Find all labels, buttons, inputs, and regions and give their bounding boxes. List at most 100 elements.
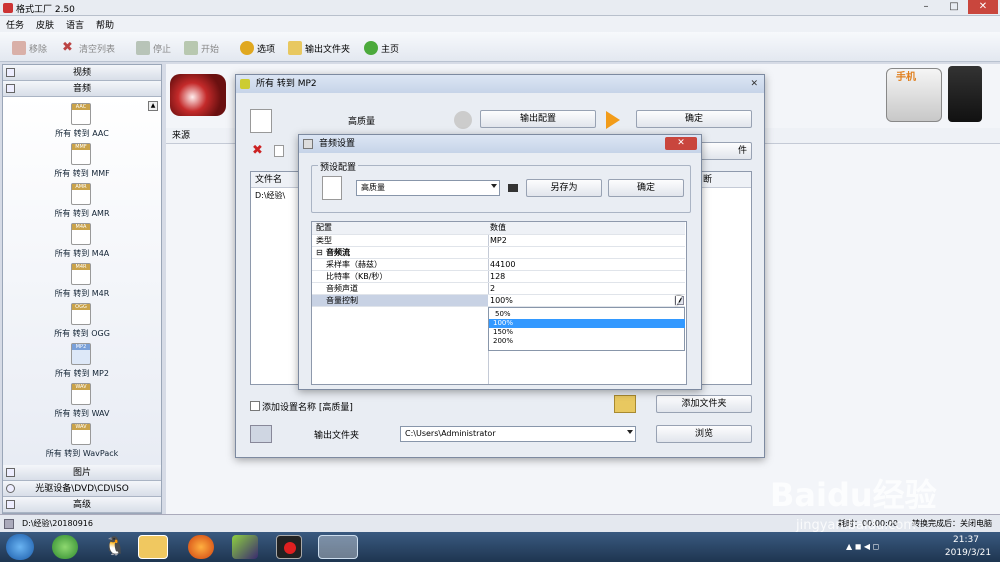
options-button[interactable]: 选项	[240, 39, 275, 57]
delete-x-icon[interactable]: ✖	[252, 143, 263, 158]
dialog-app-icon	[240, 79, 250, 89]
audio-settings-dialog: 音频设置 ✕ 预设配置 高质量 另存为 确定 配置 数值 类型 MP2 ⊟ 音频流 采…	[298, 134, 702, 390]
camcorder-icon	[170, 74, 226, 116]
format-m4a[interactable]: M4A 所有 转到 M4A	[3, 221, 161, 261]
record-icon[interactable]	[276, 535, 302, 559]
source-column-header: 来源	[172, 131, 191, 141]
start-orb-icon[interactable]	[6, 534, 34, 560]
format-wav[interactable]: WAV 所有 转到 WAV	[3, 381, 161, 421]
audio-ok-button[interactable]: 确定	[608, 179, 684, 197]
grid-row-sample-rate[interactable]: 采样率（赫兹） 44100	[312, 259, 685, 271]
browse-button[interactable]: 浏览	[656, 425, 752, 443]
volume-option-150[interactable]: 150%	[489, 328, 685, 337]
sidebar: 视频 音频 ▲ AAC 所有 转到 AAC MMF 所有 转到 MMF AMR 所有 …	[2, 64, 162, 514]
folder-open-icon[interactable]	[614, 395, 636, 413]
phone-label: 手机	[896, 72, 916, 83]
grid-row-audio-stream[interactable]: ⊟ 音频流	[312, 247, 685, 259]
format-amr[interactable]: AMR 所有 转到 AMR	[3, 181, 161, 221]
output-folder-select[interactable]: C:\Users\Administrator	[400, 426, 636, 442]
format-factory-taskbar-icon[interactable]	[318, 535, 358, 559]
collapse-minus-icon[interactable]: ⊟	[316, 247, 323, 259]
preset-group: 预设配置 高质量 另存为 确定	[311, 160, 691, 213]
menu-language[interactable]: 语言	[60, 16, 90, 31]
globe-icon	[364, 41, 378, 55]
volume-select[interactable]: 100% ▼	[488, 295, 685, 306]
format-wavpack[interactable]: WAV 所有 转到 WavPack	[3, 421, 161, 461]
clear-file-icon[interactable]	[274, 145, 284, 157]
section-optical[interactable]: 光驱设备\DVD\CD\ISO	[3, 481, 161, 497]
close-button[interactable]: ✕	[968, 0, 998, 14]
audio-format-list: ▲ AAC 所有 转到 AAC MMF 所有 转到 MMF AMR 所有 转到 AMR…	[3, 97, 161, 465]
grid-row-bitrate[interactable]: 比特率（KB/秒） 128	[312, 271, 685, 283]
volume-option-50[interactable]: 50%	[489, 310, 685, 319]
stop-icon	[136, 41, 150, 55]
file-explorer-icon[interactable]	[138, 535, 168, 559]
maximize-button[interactable]: □	[940, 0, 968, 14]
settings-grid: 配置 数值 类型 MP2 ⊟ 音频流 采样率（赫兹） 44100 比特率（KB/秒） 12…	[311, 221, 687, 385]
format-m4r[interactable]: M4R 所有 转到 M4R	[3, 261, 161, 301]
grid-row-volume[interactable]: 音量控制 100% ▼	[312, 295, 685, 307]
grid-row-channels[interactable]: 音频声道 2	[312, 283, 685, 295]
file-entry[interactable]: D:\经验\	[255, 190, 285, 201]
format-aac[interactable]: AAC 所有 转到 AAC	[3, 101, 161, 141]
file-name-column[interactable]: 文件名	[255, 175, 282, 185]
speaker-icon	[454, 111, 472, 129]
grid-row-type[interactable]: 类型 MP2	[312, 235, 685, 247]
mmf-file-icon: MMF	[71, 143, 91, 165]
output-folder-button[interactable]: 输出文件夹	[288, 39, 350, 57]
add-setting-checkbox[interactable]	[250, 401, 260, 411]
volume-option-100[interactable]: 100%	[489, 319, 685, 328]
taskbar: 🐧 ▲ ◼ ◀ ◻ 21:37 2019/3/21	[0, 532, 1000, 562]
start-button[interactable]: 开始	[184, 39, 219, 57]
preset-select[interactable]: 高质量	[356, 180, 500, 196]
disc-icon	[6, 484, 15, 493]
tray-icons[interactable]: ▲ ◼ ◀ ◻	[846, 542, 906, 552]
mp2-ok-button[interactable]: 确定	[636, 110, 752, 128]
home-button[interactable]: 主页	[364, 39, 399, 57]
audio-dialog-close-button[interactable]: ✕	[665, 137, 697, 150]
format-mmf[interactable]: MMF 所有 转到 MMF	[3, 141, 161, 181]
mp2-dialog-title: 所有 转到 MP2	[256, 79, 317, 89]
status-path: D:\经验\20180916	[22, 519, 93, 528]
chevron-down-icon	[491, 184, 497, 188]
advanced-icon	[6, 500, 15, 509]
minimize-button[interactable]: –	[912, 0, 940, 14]
picture-icon	[6, 468, 15, 477]
audio-dialog-icon	[303, 139, 313, 149]
mouse-cursor-icon	[676, 296, 682, 306]
browser-360-icon[interactable]	[52, 535, 78, 559]
mp2-dialog-close-icon[interactable]: ✕	[750, 75, 758, 93]
format-ogg[interactable]: OGG 所有 转到 OGG	[3, 301, 161, 341]
media-player-icon[interactable]	[232, 535, 258, 559]
menu-skin[interactable]: 皮肤	[30, 16, 60, 31]
preset-group-label: 预设配置	[318, 160, 359, 173]
mp2-icon	[250, 109, 272, 133]
amr-file-icon: AMR	[71, 183, 91, 205]
clock-time[interactable]: 21:37	[938, 535, 994, 545]
save-as-button[interactable]: 另存为	[526, 179, 602, 197]
remove-button[interactable]: 移除	[12, 39, 47, 57]
clock-date[interactable]: 2019/3/21	[938, 548, 998, 558]
format-mp2[interactable]: MP2 所有 转到 MP2	[3, 341, 161, 381]
aac-file-icon: AAC	[71, 103, 91, 125]
stop-button[interactable]: 停止	[136, 39, 171, 57]
menu-help[interactable]: 帮助	[90, 16, 120, 31]
menu-task[interactable]: 任务	[0, 16, 30, 31]
folder-icon	[288, 41, 302, 55]
section-advanced[interactable]: 高级	[3, 497, 161, 513]
status-icon	[4, 519, 14, 529]
add-setting-label: 添加设置名称 [高质量]	[262, 403, 353, 413]
app-icon	[3, 3, 13, 13]
cmd-icon	[508, 184, 518, 192]
output-config-button[interactable]: 输出配置	[480, 110, 596, 128]
file-list-col-partial[interactable]: 断	[703, 172, 712, 188]
qq-icon[interactable]: 🐧	[102, 535, 128, 559]
section-video[interactable]: 视频	[3, 65, 161, 81]
section-picture[interactable]: 图片	[3, 465, 161, 481]
baidu-watermark-url: jingyan.baidu.com	[796, 518, 916, 533]
clear-list-button[interactable]: ✖ 清空列表	[62, 39, 115, 57]
firefox-icon[interactable]	[188, 535, 214, 559]
volume-option-200[interactable]: 200%	[489, 337, 685, 346]
section-audio[interactable]: 音频	[3, 81, 161, 97]
add-folder-button[interactable]: 添加文件夹	[656, 395, 752, 413]
